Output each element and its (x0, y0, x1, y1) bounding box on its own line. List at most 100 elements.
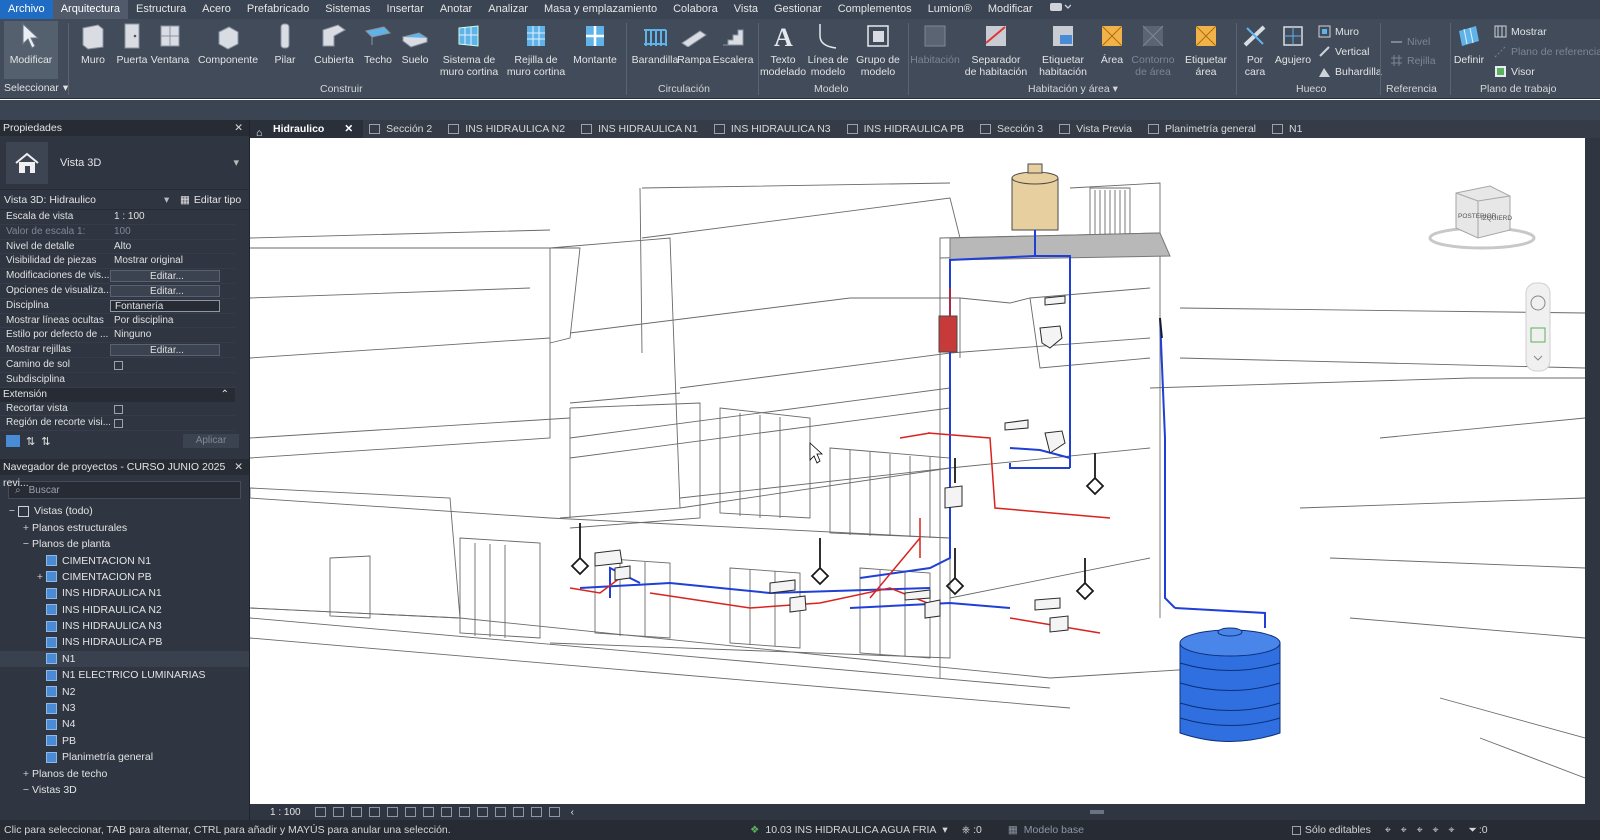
browser-node[interactable]: N1 (0, 650, 249, 668)
property-edit-button[interactable]: Editar... (110, 344, 220, 357)
sort-desc-icon[interactable]: ⇅ (41, 435, 50, 448)
property-edit-button[interactable]: Editar... (110, 270, 220, 283)
browser-node[interactable]: N3 (0, 700, 249, 716)
editable-only-checkbox[interactable]: Sólo editables (1291, 824, 1371, 836)
view-tab[interactable]: INS HIDRAULICA N3 (708, 120, 841, 138)
modificar-button[interactable]: Modificar (4, 21, 58, 79)
view-tab[interactable]: Sección 3 (974, 120, 1053, 138)
building-model-drawing[interactable]: POSTERIOR IZQUIERD (250, 138, 1585, 804)
show-crop-icon[interactable] (422, 807, 434, 817)
visual-style-icon[interactable] (332, 807, 344, 817)
property-row[interactable]: Estilo por defecto de ... Ninguno (0, 328, 235, 344)
navigation-bar[interactable] (1525, 282, 1551, 372)
texto-modelado-button[interactable]: A Texto modelado (758, 21, 808, 78)
elevated-tank[interactable] (1011, 163, 1059, 231)
sun-path-icon[interactable] (350, 807, 362, 817)
area-button[interactable]: Área (1098, 21, 1126, 66)
menu-colabora[interactable]: Colabora (665, 0, 726, 19)
separador-habitacion-button[interactable]: Separador de habitación (964, 21, 1028, 78)
property-row[interactable]: Región de recorte visi... (0, 416, 235, 432)
reveal-hidden-icon[interactable] (476, 807, 488, 817)
property-row[interactable]: Mostrar rejillas Editar... (0, 343, 235, 358)
definir-button[interactable]: Definir (1452, 21, 1486, 66)
browser-node[interactable]: + Planos estructurales (0, 520, 249, 536)
property-row[interactable]: Mostrar líneas ocultas Por disciplina (0, 314, 235, 329)
expand-toggle-icon[interactable]: + (34, 571, 46, 583)
checkbox[interactable] (114, 404, 123, 414)
browser-node[interactable]: INS HIDRAULICA N1 (0, 585, 249, 601)
view-tab[interactable]: INS HIDRAULICA N2 (442, 120, 575, 138)
montante-button[interactable]: Montante (570, 21, 620, 66)
constraints-icon[interactable] (530, 807, 542, 817)
group-habitacion-title[interactable]: Habitación y área ▾ (1028, 83, 1118, 95)
menu-lumion[interactable]: Lumion® (920, 0, 980, 19)
rampa-button[interactable]: Rampa (676, 21, 712, 66)
category-sort-icon[interactable] (6, 435, 20, 448)
highlight-displacement-icon[interactable] (512, 807, 524, 817)
property-row[interactable]: Valor de escala 1: 100 (0, 225, 235, 240)
pilar-button[interactable]: Pilar (268, 21, 302, 66)
linea-modelo-button[interactable]: Línea de modelo (806, 21, 850, 78)
ventana-button[interactable]: Ventana (150, 21, 190, 66)
browser-node[interactable]: − Vistas (todo) (0, 503, 249, 519)
section-extension[interactable]: Extensión ⌃ (0, 387, 235, 402)
crop-view-icon[interactable] (404, 807, 416, 817)
analytical-model-icon[interactable] (494, 807, 506, 817)
property-row[interactable]: Camino de sol (0, 358, 235, 373)
seleccionar-dropdown[interactable]: Seleccionar ▾ (4, 82, 68, 94)
sort-asc-icon[interactable]: ⇅ (26, 435, 35, 448)
browser-node[interactable]: N4 (0, 716, 249, 732)
viewport-scrollbar[interactable] (1585, 138, 1600, 804)
render-icon[interactable] (386, 807, 398, 817)
browser-node[interactable]: PB (0, 733, 249, 749)
browser-node[interactable]: + CIMENTACION PB (0, 569, 249, 585)
browser-node[interactable]: CIMENTACION N1 (0, 552, 249, 568)
property-value[interactable]: Fontanería (110, 299, 220, 312)
view-selector[interactable]: Vista 3D: Hidraulico ▾ ▦ Editar tipo (0, 190, 249, 210)
muro-hueco-button[interactable]: Muro (1318, 25, 1359, 38)
editable-count[interactable]: ⎈:0 (962, 824, 982, 837)
close-icon[interactable]: ✕ (234, 120, 243, 136)
menu-prefabricado[interactable]: Prefabricado (239, 0, 317, 19)
checkbox[interactable] (114, 360, 123, 370)
habitacion-button[interactable]: Habitación (910, 21, 960, 66)
browser-node[interactable]: N1 ELECTRICO LUMINARIAS (0, 667, 249, 683)
mostrar-button[interactable]: Mostrar (1494, 25, 1547, 38)
property-row[interactable]: Disciplina Fontanería (0, 299, 235, 314)
menu-acero[interactable]: Acero (194, 0, 239, 19)
menu-arquitectura[interactable]: Arquitectura (52, 0, 128, 19)
puerta-button[interactable]: Puerta (114, 21, 150, 66)
browser-node[interactable]: INS HIDRAULICA N2 (0, 602, 249, 618)
cistern-tank[interactable] (1179, 627, 1281, 742)
view-tab[interactable]: ⌂ Hidraulico ✕ (250, 120, 364, 139)
expand-toggle-icon[interactable]: + (20, 522, 32, 534)
horizontal-scroll-thumb[interactable] (1090, 810, 1104, 814)
menu-archivo[interactable]: Archivo (0, 0, 53, 19)
muro-button[interactable]: Muro (74, 21, 112, 66)
property-row[interactable]: Escala de vista 1 : 100 (0, 210, 235, 225)
buhardilla-button[interactable]: Buhardilla (1318, 65, 1382, 78)
menu-analizar[interactable]: Analizar (480, 0, 536, 19)
filter-count[interactable]: ⏷:0 (1468, 824, 1487, 837)
property-row[interactable]: Opciones de visualiza... Editar... (0, 284, 235, 299)
componente-button[interactable]: Componente (196, 21, 260, 66)
property-row[interactable]: Recortar vista (0, 402, 235, 417)
edit-type-button[interactable]: ▦ Editar tipo (180, 194, 241, 206)
view-scale[interactable]: 1 : 100 (270, 807, 301, 818)
expand-toggle-icon[interactable]: − (20, 784, 32, 796)
view-tab[interactable]: INS HIDRAULICA PB (841, 120, 974, 138)
browser-node[interactable]: + Planos de techo (0, 765, 249, 781)
browser-node[interactable]: − Planos de planta (0, 536, 249, 552)
unlocked-3d-icon[interactable] (440, 807, 452, 817)
scroll-left-icon[interactable]: ‹ (571, 807, 574, 818)
apply-button[interactable]: Aplicar (183, 434, 239, 449)
close-icon[interactable]: ✕ (234, 459, 243, 475)
menu-masa[interactable]: Masa y emplazamiento (536, 0, 665, 19)
browser-search-input[interactable]: ⌕Buscar (8, 481, 241, 500)
expand-toggle-icon[interactable]: − (20, 538, 32, 550)
grupo-modelo-button[interactable]: Grupo de modelo (852, 21, 904, 78)
escalera-button[interactable]: Escalera (712, 21, 754, 66)
rejilla-muro-cortina-button[interactable]: Rejilla de muro cortina (504, 21, 568, 78)
3d-viewport[interactable]: POSTERIOR IZQUIERD (250, 138, 1585, 804)
menu-vista[interactable]: Vista (726, 0, 766, 19)
